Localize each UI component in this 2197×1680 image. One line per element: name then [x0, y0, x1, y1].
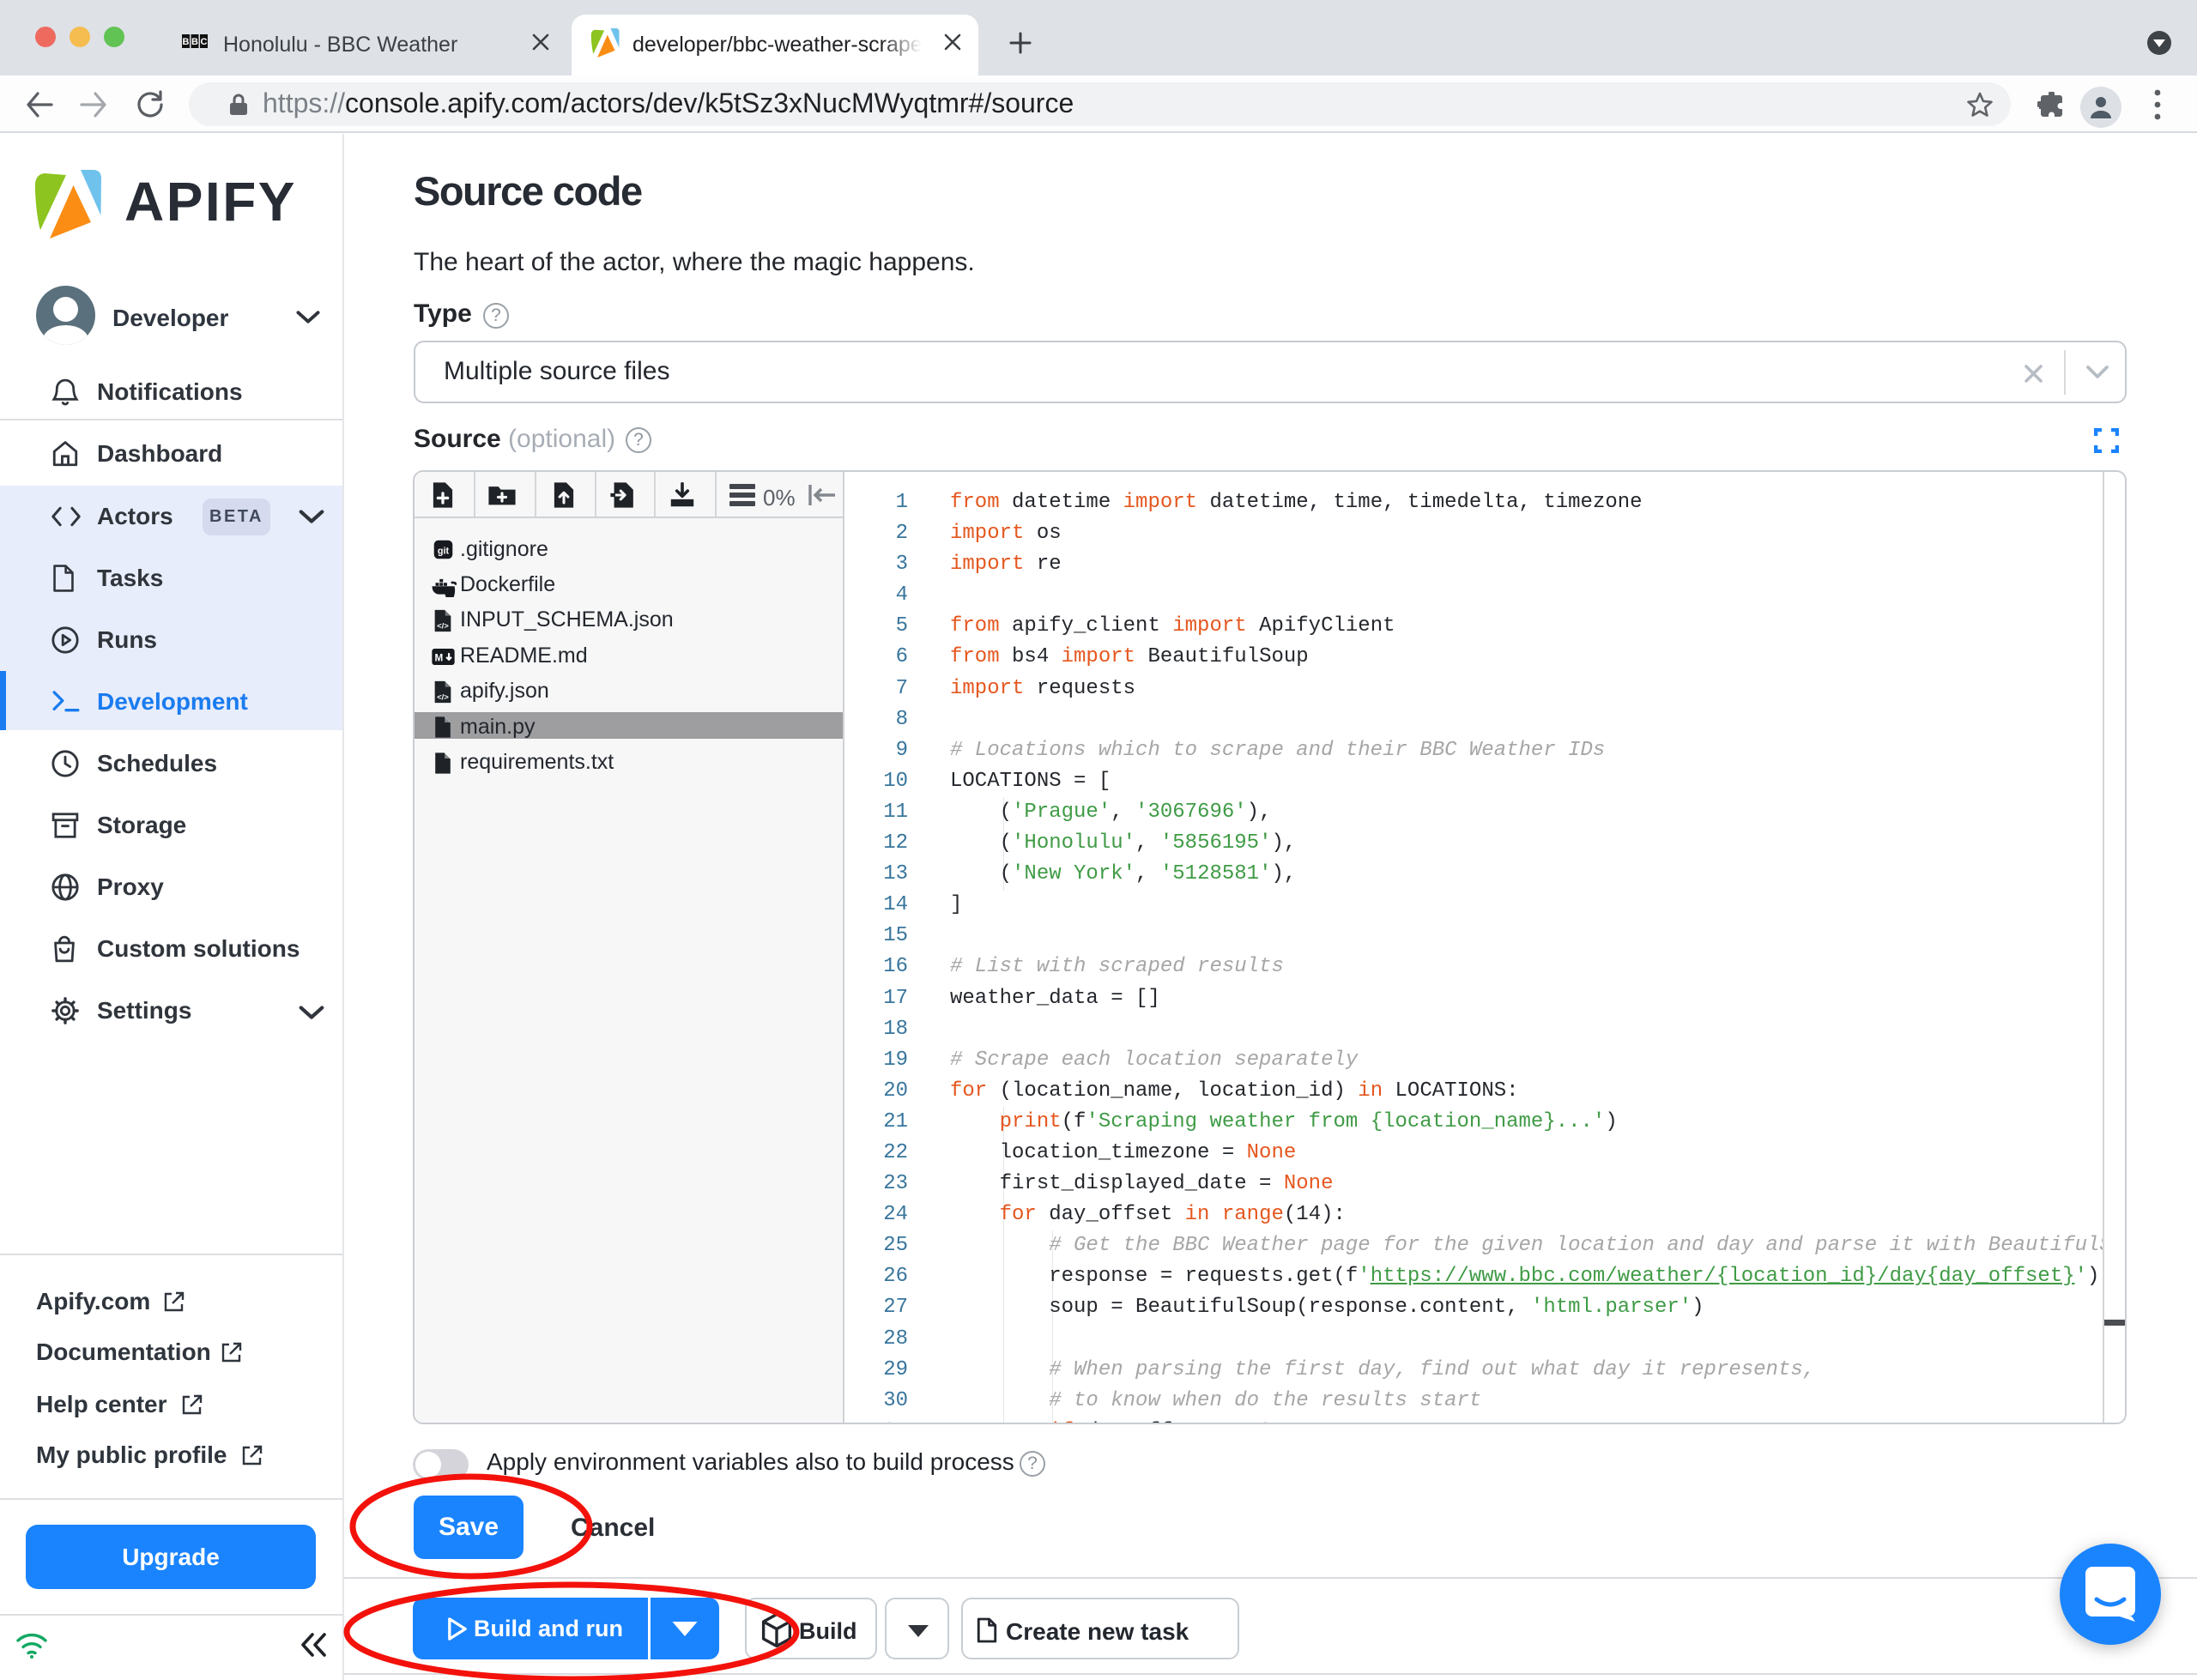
svg-text:</>: </>	[437, 621, 449, 631]
svg-text:C: C	[201, 37, 208, 47]
svg-text:B: B	[191, 37, 198, 47]
svg-text:</>: </>	[437, 692, 449, 702]
svg-text:M: M	[435, 652, 444, 663]
svg-text:B: B	[183, 37, 190, 47]
svg-text:git: git	[438, 547, 450, 557]
